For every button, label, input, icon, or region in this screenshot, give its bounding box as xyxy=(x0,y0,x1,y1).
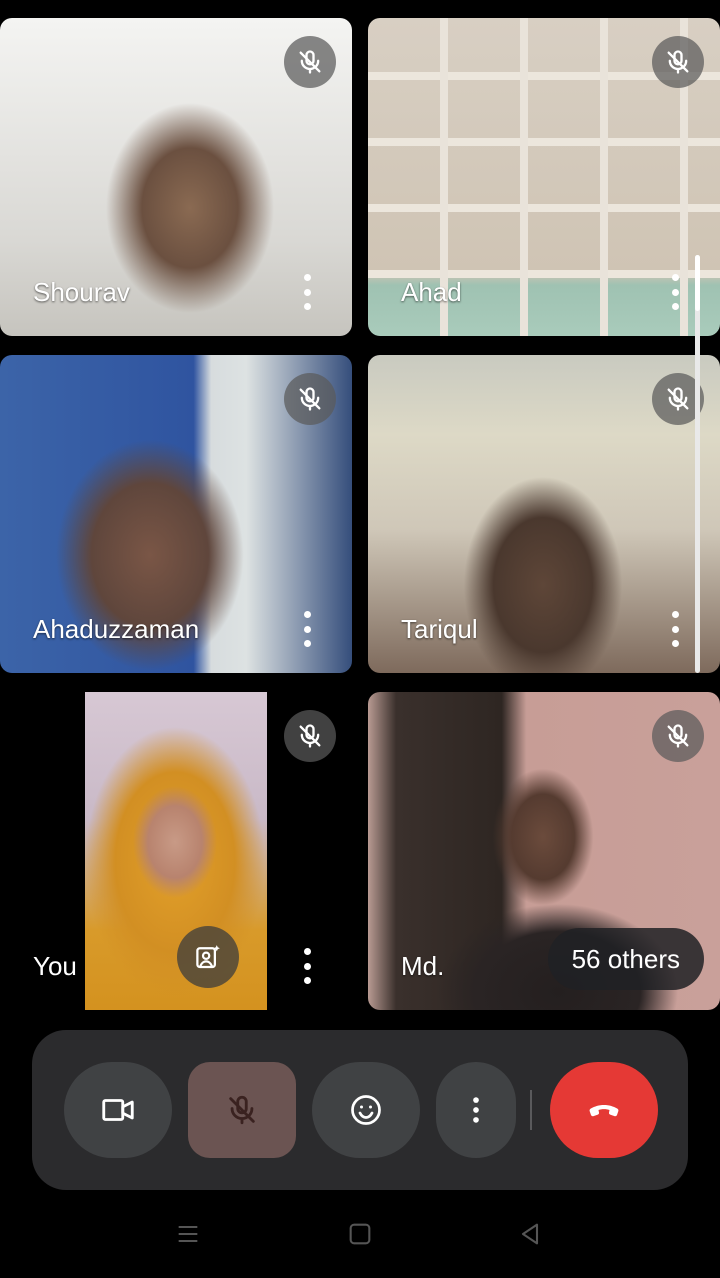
camera-toggle-button[interactable] xyxy=(64,1062,172,1158)
end-call-button[interactable] xyxy=(550,1062,658,1158)
more-options-icon[interactable] xyxy=(300,274,314,310)
participant-tile-ahad[interactable]: Ahad xyxy=(368,18,720,336)
mic-muted-icon xyxy=(652,710,704,762)
participant-tile-shourav[interactable]: Shourav xyxy=(0,18,352,336)
participant-tile-ahaduzzaman[interactable]: Ahaduzzaman xyxy=(0,355,352,673)
divider xyxy=(530,1090,532,1130)
participant-name: Md. xyxy=(401,951,445,981)
portrait-sparkle-icon xyxy=(196,945,220,969)
participant-name: Tariqul xyxy=(401,614,478,644)
scrollbar-track[interactable] xyxy=(695,255,700,673)
more-vert-icon xyxy=(473,1097,479,1123)
microphone-toggle-button[interactable] xyxy=(188,1062,296,1158)
more-options-icon[interactable] xyxy=(300,611,314,647)
more-options-button[interactable] xyxy=(436,1062,516,1158)
more-options-icon[interactable] xyxy=(668,611,682,647)
participant-name: Shourav xyxy=(33,277,130,307)
microphone-off-icon xyxy=(229,1095,255,1125)
system-navigation-bar xyxy=(0,1190,720,1278)
mic-muted-icon xyxy=(284,373,336,425)
self-video xyxy=(85,692,267,1010)
participant-tile-tariqul[interactable]: Tariqul xyxy=(368,355,720,673)
participant-name: You xyxy=(33,951,77,981)
more-options-icon[interactable] xyxy=(300,948,314,984)
participant-name: Ahad xyxy=(401,277,462,307)
reactions-button[interactable] xyxy=(312,1062,420,1158)
recents-icon[interactable] xyxy=(164,1210,212,1258)
visual-effects-button[interactable] xyxy=(177,926,239,988)
back-icon[interactable] xyxy=(506,1210,554,1258)
end-call-icon xyxy=(589,1105,619,1117)
emoji-icon xyxy=(351,1095,381,1125)
participant-name: Ahaduzzaman xyxy=(33,614,200,644)
mic-muted-icon xyxy=(652,36,704,88)
scrollbar-thumb[interactable] xyxy=(695,255,700,311)
mic-muted-icon xyxy=(284,710,336,762)
participant-tile-self[interactable]: You xyxy=(0,692,352,1010)
more-options-icon[interactable] xyxy=(668,274,682,310)
others-count-pill[interactable]: 56 others xyxy=(547,928,704,990)
mic-muted-icon xyxy=(284,36,336,88)
video-camera-icon xyxy=(102,1099,134,1121)
participant-tile-md[interactable]: Md. 56 others xyxy=(368,692,720,1010)
home-icon[interactable] xyxy=(336,1210,384,1258)
call-control-bar xyxy=(32,1030,688,1190)
